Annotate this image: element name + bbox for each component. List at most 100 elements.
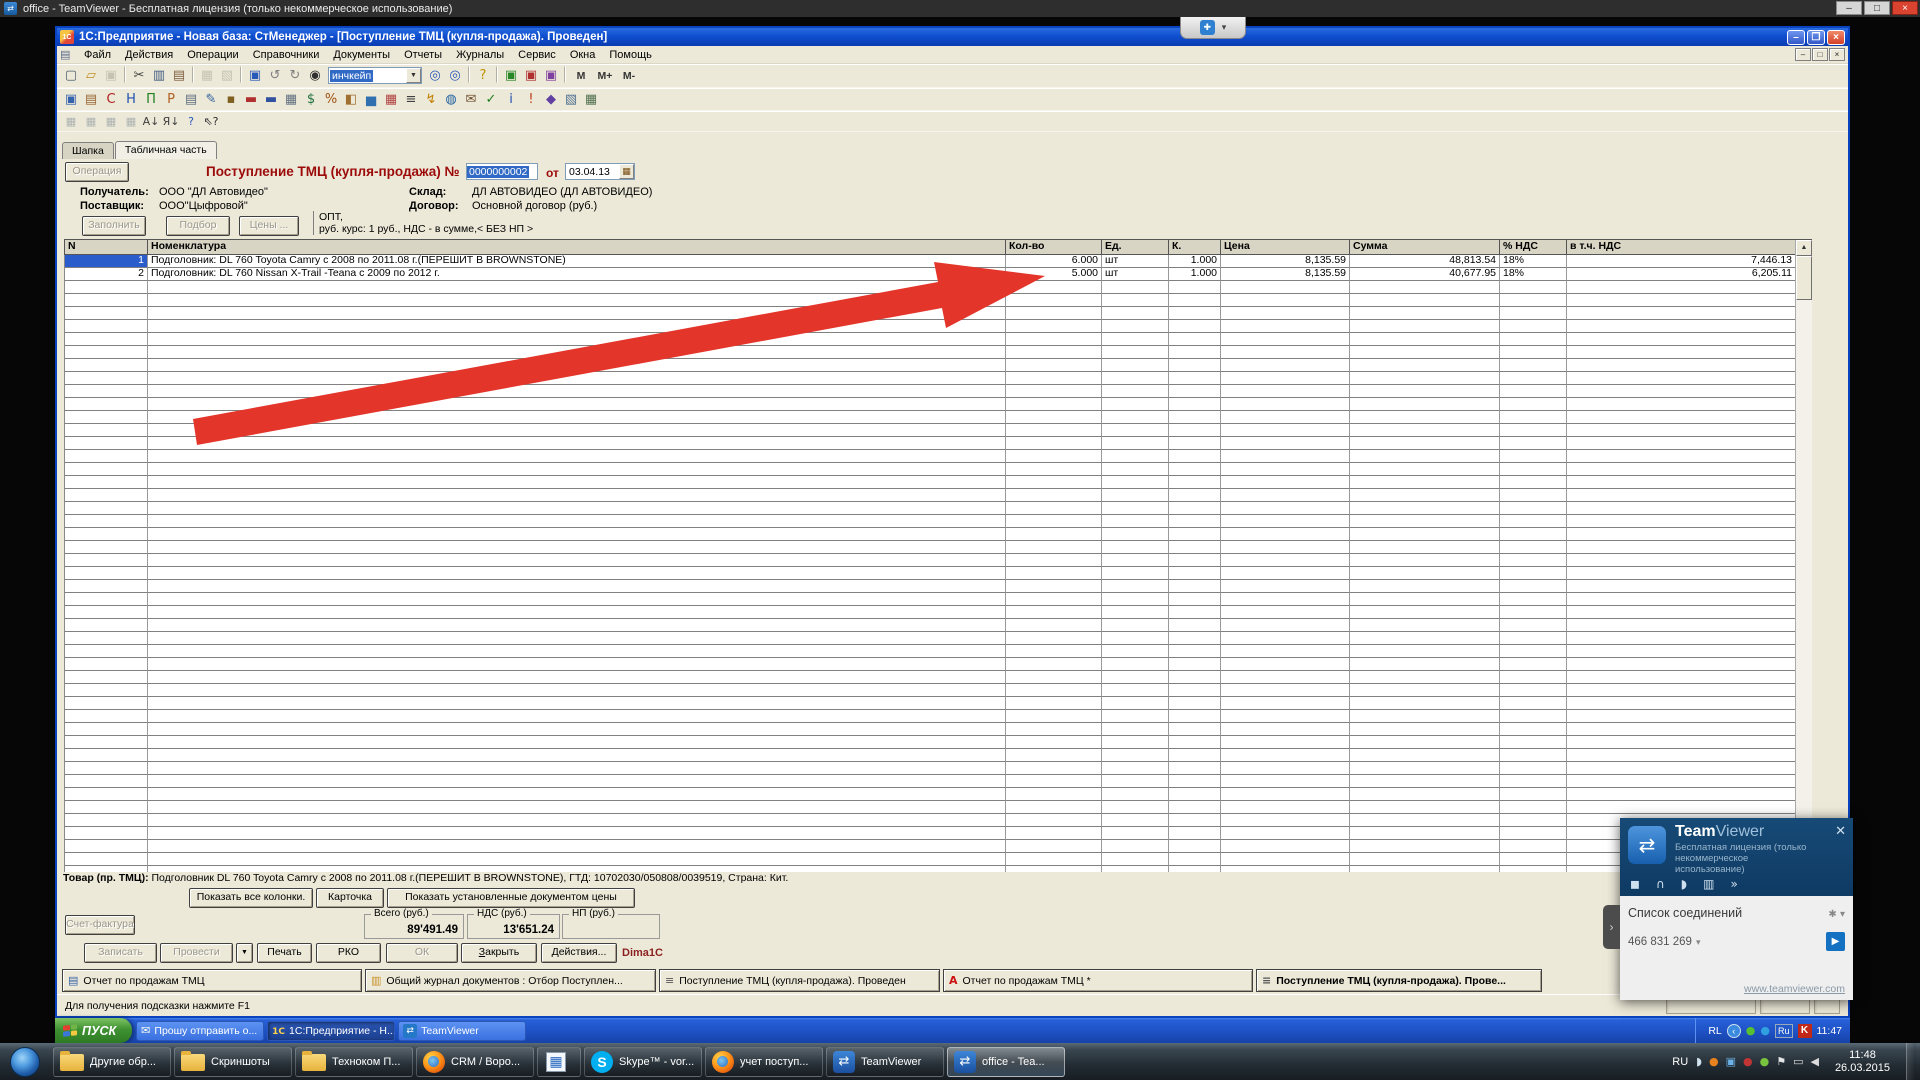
fullscreen-arrows-icon[interactable] <box>1200 20 1215 35</box>
paste-icon[interactable]: ▤ <box>169 66 189 85</box>
table-empty-row[interactable] <box>64 359 1795 372</box>
mail-icon[interactable]: ✉ <box>461 90 481 109</box>
table-empty-row[interactable] <box>64 476 1795 489</box>
open-icon[interactable]: ▱ <box>81 66 101 85</box>
1c-restore-button[interactable] <box>1807 30 1825 45</box>
info-icon[interactable]: i <box>501 90 521 109</box>
more-icon[interactable]: » <box>1730 877 1737 891</box>
table-empty-row[interactable] <box>64 320 1795 333</box>
table-empty-row[interactable] <box>64 307 1795 320</box>
table-empty-row[interactable] <box>64 372 1795 385</box>
table-empty-row[interactable] <box>64 346 1795 359</box>
taskbar-teamviewer[interactable]: TeamViewer <box>826 1047 944 1077</box>
screenshot-tool-icon[interactable]: ▣ <box>1726 1055 1736 1068</box>
menu-item[interactable]: Документы <box>326 48 397 62</box>
check-icon[interactable]: ✓ <box>481 90 501 109</box>
mdi-restore-button[interactable] <box>1812 48 1828 61</box>
show-doc-prices-button[interactable]: Показать установленные документом цены <box>387 888 635 908</box>
column-header[interactable]: % НДС <box>1500 240 1567 255</box>
table-empty-row[interactable] <box>64 463 1795 476</box>
calculator-icon[interactable]: ≡ <box>401 90 421 109</box>
search-combobox[interactable]: инчкейп <box>328 67 422 84</box>
column-header[interactable]: N <box>65 240 148 255</box>
table-empty-row[interactable] <box>64 411 1795 424</box>
calendar-button[interactable] <box>619 164 634 179</box>
show-all-columns-button[interactable]: Показать все колонки. <box>189 888 313 908</box>
table-view-icon[interactable]: ▣ <box>245 66 265 85</box>
table-empty-row[interactable] <box>64 840 1795 853</box>
globe-icon[interactable]: ◍ <box>441 90 461 109</box>
window-table-icon[interactable]: ▣ <box>501 66 521 85</box>
rko-button[interactable]: РКО <box>316 943 381 963</box>
show-desktop-button[interactable] <box>1906 1043 1916 1080</box>
doc-number-field[interactable]: 0000000002 <box>466 163 538 180</box>
sort-desc-icon[interactable]: Я↓ <box>161 112 181 131</box>
panel-close-icon[interactable] <box>1835 823 1846 839</box>
find-next-icon[interactable]: ◎ <box>425 66 445 85</box>
table-empty-row[interactable] <box>64 645 1795 658</box>
menu-item[interactable]: Действия <box>118 48 180 62</box>
card-button[interactable]: Карточка <box>316 888 384 908</box>
find-settings-icon[interactable]: ◎ <box>445 66 465 85</box>
table-empty-row[interactable] <box>64 749 1795 762</box>
menu-item[interactable]: Журналы <box>449 48 511 62</box>
undo-icon[interactable]: ↺ <box>265 66 285 85</box>
pko-icon[interactable]: П <box>141 90 161 109</box>
dropdown-arrow-icon[interactable] <box>406 68 421 83</box>
teamviewer-website-link[interactable]: www.teamviewer.com <box>1744 983 1845 995</box>
table-empty-row[interactable] <box>64 684 1795 697</box>
column-header[interactable]: в т.ч. НДС <box>1567 240 1796 255</box>
file-transfer-icon[interactable]: ▥ <box>1703 877 1714 891</box>
table-empty-row[interactable] <box>64 632 1795 645</box>
help-icon[interactable]: ? <box>473 66 493 85</box>
monitor-doc-icon[interactable]: ▣ <box>61 90 81 109</box>
table-empty-row[interactable] <box>64 515 1795 528</box>
table-empty-row[interactable] <box>64 294 1795 307</box>
cards-icon[interactable]: ▧ <box>561 90 581 109</box>
action-center-icon[interactable]: ⚑ <box>1776 1055 1786 1068</box>
table-empty-row[interactable] <box>64 424 1795 437</box>
print-icon[interactable]: ▦ <box>197 66 217 85</box>
menu-item[interactable]: Справочники <box>246 48 327 62</box>
table-empty-row[interactable] <box>64 541 1795 554</box>
help-context-icon[interactable]: ? <box>181 112 201 131</box>
hide-icons-icon[interactable] <box>1727 1024 1741 1038</box>
money-icon[interactable]: $ <box>301 90 321 109</box>
table-empty-row[interactable] <box>64 502 1795 515</box>
table-empty-row[interactable] <box>64 580 1795 593</box>
table-empty-row[interactable] <box>64 437 1795 450</box>
find-icon[interactable]: ◉ <box>305 66 325 85</box>
xp-language-indicator[interactable]: Ru <box>1775 1024 1793 1038</box>
column-header[interactable]: Номенклатура <box>148 240 1006 255</box>
services-icon[interactable]: ◆ <box>541 90 561 109</box>
table-empty-row[interactable] <box>64 853 1795 866</box>
table-empty-row[interactable] <box>64 606 1795 619</box>
red-book-icon[interactable]: ▬ <box>241 90 261 109</box>
menu-item[interactable]: Файл <box>77 48 118 62</box>
rko-icon[interactable]: Р <box>161 90 181 109</box>
table-empty-row[interactable] <box>64 814 1795 827</box>
table-empty-row[interactable] <box>64 528 1795 541</box>
select-button[interactable]: Подбор <box>166 216 230 236</box>
menu-item[interactable]: Окна <box>563 48 603 62</box>
table-empty-row[interactable] <box>64 489 1795 502</box>
printer-icon[interactable]: ▦ <box>281 90 301 109</box>
xp-task-teamviewer[interactable]: TeamViewer <box>398 1021 526 1041</box>
lightning-icon[interactable]: ↯ <box>421 90 441 109</box>
table-scrollbar[interactable] <box>1795 240 1812 872</box>
video-icon[interactable]: ◼ <box>1630 877 1640 891</box>
sort-asc-icon[interactable]: А↓ <box>141 112 161 131</box>
doc-date-field[interactable]: 03.04.13 <box>565 163 635 180</box>
delete-row-icon[interactable]: ▦ <box>121 112 141 131</box>
post-dropdown-button[interactable]: ▼ <box>236 943 253 963</box>
table-empty-row[interactable] <box>64 710 1795 723</box>
close-doc-button[interactable]: Закрыть <box>461 943 537 963</box>
update-orange-icon[interactable]: ● <box>1709 1055 1719 1068</box>
actions-button[interactable]: Действия... <box>541 943 617 963</box>
new-row-icon[interactable]: ▦ <box>61 112 81 131</box>
window-tab-receipt1[interactable]: Поступление ТМЦ (купля-продажа). Проведе… <box>659 969 940 992</box>
cut-icon[interactable]: ✂ <box>129 66 149 85</box>
new-document-icon[interactable]: ▢ <box>61 66 81 85</box>
table-row[interactable]: 1 Подголовник: DL 760 Toyota Camry с 200… <box>64 255 1795 268</box>
calendar-icon[interactable]: ▦ <box>381 90 401 109</box>
